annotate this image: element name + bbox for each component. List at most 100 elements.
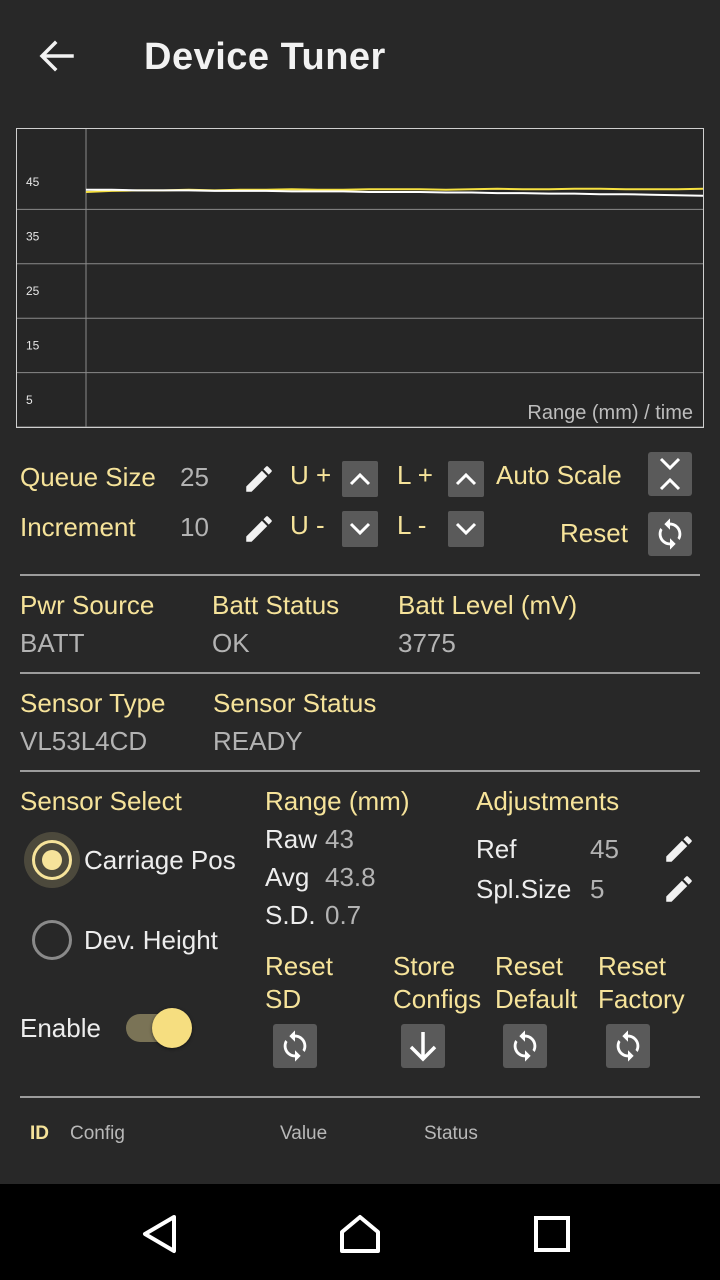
store-configs-label-line2: Configs: [393, 984, 482, 1014]
radio-carriage-pos-label[interactable]: Carriage Pos: [84, 845, 236, 876]
table-header-value: Value: [280, 1123, 328, 1144]
store-configs-label: Store Configs: [393, 950, 481, 1016]
refresh-icon: [283, 1030, 307, 1062]
chart-tick-label: 45: [26, 175, 40, 189]
enable-toggle[interactable]: [126, 1008, 192, 1048]
spl-size-value: 5: [590, 874, 605, 904]
divider: [20, 770, 700, 772]
back-button[interactable]: [30, 32, 82, 80]
system-nav-bar: [0, 1184, 720, 1280]
reset-factory-label: Reset Factory: [598, 950, 685, 1016]
batt-status-label: Batt Status: [212, 590, 340, 620]
range-chart-plot: 45 35 25 15 5: [17, 129, 704, 428]
enable-label: Enable: [20, 1013, 101, 1043]
chart-axis-label: Range (mm) / time: [527, 402, 693, 424]
sensor-status-value: READY: [213, 726, 303, 756]
raw-label: Raw: [265, 824, 318, 854]
reset-default-label: Reset Default: [495, 950, 577, 1016]
lower-minus-label: L -: [397, 510, 427, 540]
refresh-icon: [513, 1030, 537, 1062]
upper-down-button[interactable]: [342, 511, 378, 547]
chart-series-line-2: [86, 188, 704, 197]
auto-scale-label: Auto Scale: [496, 460, 622, 490]
reset-default-label-line1: Reset: [495, 951, 563, 981]
chevron-down-icon: [349, 522, 371, 536]
range-chart: 45 35 25 15 5 Range (mm) / time: [16, 128, 704, 428]
reset-sd-label: Reset SD: [265, 950, 333, 1016]
sensor-type-label: Sensor Type: [20, 688, 166, 718]
store-configs-label-line1: Store: [393, 951, 456, 981]
increment-value: 10: [180, 512, 209, 542]
range-title: Range (mm): [265, 786, 410, 816]
lower-down-button[interactable]: [448, 511, 484, 547]
radio-dev-height-label[interactable]: Dev. Height: [84, 925, 218, 956]
pencil-icon: [666, 876, 692, 902]
batt-level-label: Batt Level (mV): [398, 590, 578, 620]
batt-status-value: OK: [212, 628, 250, 658]
pwr-source-label: Pwr Source: [20, 590, 155, 620]
reset-scale-button[interactable]: [648, 512, 692, 556]
collapse-icon: [659, 457, 681, 491]
radio-carriage-pos[interactable]: [24, 832, 80, 888]
nav-home-button[interactable]: [338, 1212, 382, 1261]
chart-tick-label: 35: [26, 230, 40, 244]
upper-minus-label: U -: [290, 510, 325, 540]
edit-ref-button[interactable]: [662, 832, 696, 871]
table-header-status: Status: [424, 1123, 478, 1144]
sd-value: 0.7: [325, 900, 362, 930]
pencil-icon: [246, 516, 272, 542]
table-header-config: Config: [70, 1123, 125, 1144]
nav-recents-button[interactable]: [532, 1214, 572, 1259]
divider: [20, 672, 700, 674]
radio-dev-height[interactable]: [32, 920, 72, 960]
chart-tick-label: 15: [26, 338, 40, 352]
edit-spl-size-button[interactable]: [662, 872, 696, 911]
chevron-up-icon: [455, 472, 477, 486]
chart-tick-label: 25: [26, 284, 40, 298]
page-title: Device Tuner: [144, 36, 386, 78]
upper-plus-label: U +: [290, 460, 332, 490]
lower-up-button[interactable]: [448, 461, 484, 497]
queue-size-value: 25: [180, 462, 209, 492]
sensor-select-title: Sensor Select: [20, 786, 182, 816]
edit-increment-button[interactable]: [242, 512, 276, 551]
reset-label: Reset: [560, 518, 628, 548]
pencil-icon: [666, 836, 692, 862]
edit-queue-size-button[interactable]: [242, 462, 276, 501]
table-header-id: ID: [30, 1123, 49, 1144]
auto-scale-button[interactable]: [648, 452, 692, 496]
refresh-icon: [616, 1030, 640, 1062]
ref-value: 45: [590, 834, 619, 864]
spl-size-label: Spl.Size: [476, 874, 572, 904]
avg-label: Avg: [265, 862, 310, 892]
radio-indicator: [32, 920, 72, 960]
pwr-source-value: BATT: [20, 628, 85, 658]
arrow-left-icon: [39, 40, 74, 72]
increment-label: Increment: [20, 512, 136, 542]
arrow-down-icon: [409, 1032, 437, 1062]
reset-sd-button[interactable]: [273, 1024, 317, 1068]
reset-factory-button[interactable]: [606, 1024, 650, 1068]
home-icon: [340, 1215, 380, 1253]
sensor-type-value: VL53L4CD: [20, 726, 148, 756]
adjustments-title: Adjustments: [476, 786, 620, 816]
radio-indicator: [32, 840, 72, 880]
batt-level-value: 3775: [398, 628, 456, 658]
reset-default-label-line2: Default: [495, 984, 578, 1014]
nav-back-button[interactable]: [138, 1212, 182, 1261]
chevron-down-icon: [455, 522, 477, 536]
divider: [20, 1096, 700, 1098]
queue-size-label: Queue Size: [20, 462, 156, 492]
upper-up-button[interactable]: [342, 461, 378, 497]
pencil-icon: [246, 466, 272, 492]
sensor-status-label: Sensor Status: [213, 688, 377, 718]
reset-default-button[interactable]: [503, 1024, 547, 1068]
ref-label: Ref: [476, 834, 517, 864]
raw-value: 43: [325, 824, 354, 854]
avg-value: 43.8: [325, 862, 376, 892]
reset-factory-label-line2: Factory: [598, 984, 685, 1014]
reset-sd-label-line1: Reset: [265, 951, 333, 981]
store-configs-button[interactable]: [401, 1024, 445, 1068]
refresh-icon: [658, 518, 682, 550]
chart-tick-label: 5: [26, 393, 33, 407]
